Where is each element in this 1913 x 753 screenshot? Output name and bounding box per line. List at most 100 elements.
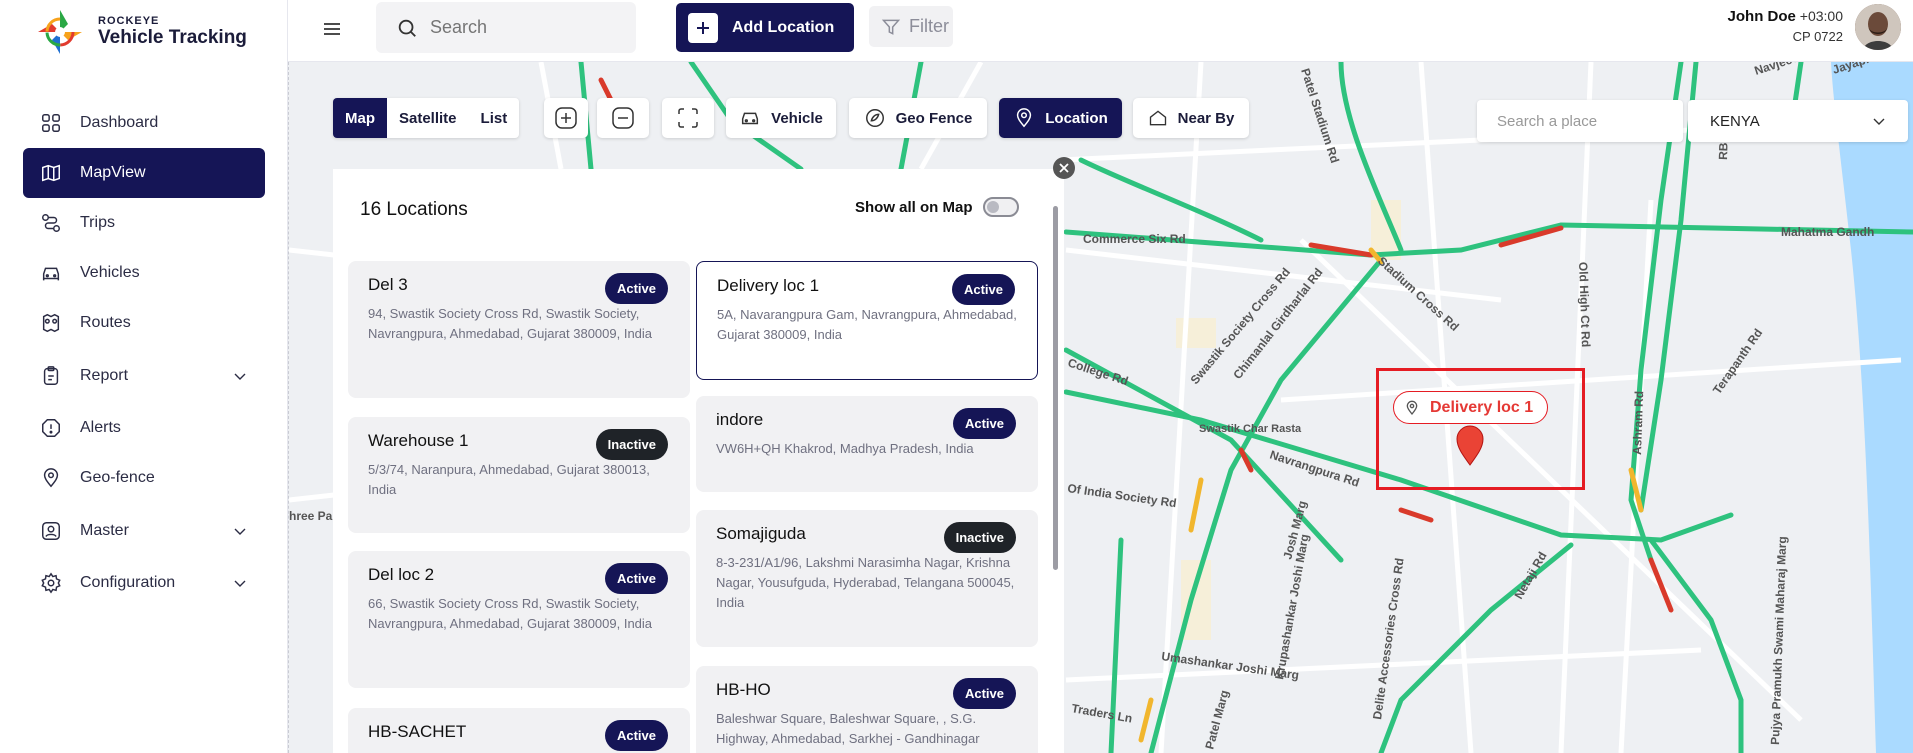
alert-icon bbox=[42, 419, 60, 437]
zoom-in-button[interactable] bbox=[544, 98, 588, 138]
sidebar-item-routes[interactable]: Routes bbox=[23, 298, 265, 348]
car-icon bbox=[742, 112, 759, 125]
sidebar-item-label: Trips bbox=[80, 214, 115, 231]
map-label: Traders Ln bbox=[1070, 701, 1133, 725]
show-all-label: Show all on Map bbox=[855, 198, 973, 216]
car-icon bbox=[42, 267, 60, 281]
map-label: hree Pa bbox=[289, 509, 333, 523]
status-badge: Active bbox=[951, 274, 1015, 305]
layer-vehicle-label: Vehicle bbox=[771, 109, 823, 127]
user-card-icon bbox=[42, 521, 60, 540]
view-map-button[interactable]: Map bbox=[333, 98, 387, 138]
search-input[interactable] bbox=[430, 17, 610, 38]
location-card[interactable]: Somajiguda Inactive 8-3-231/A1/96, Laksh… bbox=[696, 510, 1038, 647]
map-icon bbox=[42, 164, 60, 182]
layer-nearby-button[interactable]: Near By bbox=[1133, 98, 1249, 138]
location-pin-icon bbox=[1406, 400, 1418, 415]
map-label: Swastik Char Rasta bbox=[1199, 423, 1302, 435]
search-box[interactable] bbox=[376, 2, 636, 53]
filter-label: Filter bbox=[909, 16, 949, 36]
show-all-on-map[interactable]: Show all on Map bbox=[855, 197, 1019, 217]
gear-icon bbox=[41, 572, 61, 594]
marker-label-text: Delivery loc 1 bbox=[1430, 398, 1534, 416]
zoom-in-icon bbox=[555, 107, 577, 129]
location-card[interactable]: indore Active VW6H+QH Khakrod, Madhya Pr… bbox=[696, 396, 1038, 492]
sidebar-item-report[interactable]: Report bbox=[23, 348, 265, 403]
sidebar-item-dashboard[interactable]: Dashboard bbox=[23, 98, 265, 148]
marker-label[interactable]: Delivery loc 1 bbox=[1393, 391, 1549, 424]
view-list-button[interactable]: List bbox=[469, 98, 520, 138]
hamburger-menu-icon[interactable] bbox=[320, 17, 344, 41]
layer-geofence-label: Geo Fence bbox=[895, 109, 973, 127]
country-select[interactable]: KENYA bbox=[1688, 100, 1908, 142]
status-badge: Active bbox=[952, 408, 1016, 439]
avatar[interactable] bbox=[1855, 4, 1901, 50]
clipboard-icon bbox=[43, 365, 59, 385]
location-address: 5/3/74, Naranpura, Ahmedabad, Gujarat 38… bbox=[368, 462, 650, 497]
layer-geofence-button[interactable]: Geo Fence bbox=[849, 98, 987, 138]
map-label: Netaji Rd bbox=[1511, 549, 1549, 601]
sidebar: ROCKEYE Vehicle Tracking Dashboard MapVi… bbox=[0, 0, 288, 753]
location-card[interactable]: Warehouse 1 Inactive 5/3/74, Naranpura, … bbox=[348, 417, 690, 533]
sidebar-item-master[interactable]: Master bbox=[23, 503, 265, 558]
place-search-input[interactable] bbox=[1497, 112, 1667, 130]
location-card[interactable]: HB-HO Active Baleshwar Square, Baleshwar… bbox=[696, 666, 1038, 753]
geofence-icon bbox=[865, 109, 884, 127]
map-label: Terapanth Rd bbox=[1710, 326, 1765, 397]
place-search[interactable] bbox=[1477, 100, 1683, 142]
location-address: Baleshwar Square, Baleshwar Square, , S.… bbox=[716, 711, 980, 746]
map-label: Ashram Rd bbox=[1630, 391, 1646, 455]
sidebar-item-geo-fence[interactable]: Geo-fence bbox=[23, 453, 265, 503]
status-badge: Active bbox=[604, 273, 668, 304]
status-badge: Inactive bbox=[943, 522, 1016, 553]
add-location-button[interactable]: Add Location bbox=[676, 3, 854, 52]
view-satellite-button[interactable]: Satellite bbox=[387, 98, 469, 138]
panel-scrollbar[interactable] bbox=[1053, 206, 1058, 570]
plus-icon bbox=[688, 12, 718, 43]
location-address: 8-3-231/A1/96, Lakshmi Narasimha Nagar, … bbox=[716, 555, 1015, 610]
location-card-selected[interactable]: Delivery loc 1 Active 5A, Navarangpura G… bbox=[696, 261, 1038, 380]
panel-title: 16 Locations bbox=[360, 199, 468, 220]
map-label: College Rd bbox=[1066, 356, 1130, 389]
grid-icon bbox=[42, 114, 60, 132]
sidebar-item-vehicles[interactable]: Vehicles bbox=[23, 248, 265, 298]
user-info[interactable]: John Doe +03:00 CP 0722 bbox=[1728, 6, 1843, 47]
fullscreen-icon bbox=[678, 108, 698, 128]
brand[interactable]: ROCKEYE Vehicle Tracking bbox=[34, 6, 247, 58]
map-label: Commerce Six Rd bbox=[1083, 232, 1186, 246]
layer-vehicle-button[interactable]: Vehicle bbox=[726, 98, 836, 138]
chevron-down-icon bbox=[1873, 118, 1885, 125]
map-marker-pin-icon[interactable] bbox=[1454, 424, 1486, 466]
show-all-toggle[interactable] bbox=[982, 197, 1019, 217]
location-address: 94, Swastik Society Cross Rd, Swastik So… bbox=[368, 306, 653, 341]
sidebar-item-label: Geo-fence bbox=[80, 469, 155, 486]
filter-button[interactable]: Filter bbox=[869, 6, 953, 47]
fullscreen-button[interactable] bbox=[662, 98, 714, 138]
layer-nearby-label: Near By bbox=[1177, 109, 1235, 127]
location-address: 5A, Navarangpura Gam, Navrangpura, Ahmed… bbox=[717, 307, 1017, 342]
add-location-label: Add Location bbox=[732, 18, 835, 36]
map-label: Of India Society Rd bbox=[1067, 481, 1178, 510]
layer-location-button[interactable]: Location bbox=[999, 98, 1122, 138]
search-icon bbox=[398, 19, 416, 37]
sidebar-item-label: Alerts bbox=[80, 419, 121, 436]
country-value: KENYA bbox=[1710, 112, 1760, 130]
sidebar-item-mapview[interactable]: MapView bbox=[23, 148, 265, 198]
close-panel-button[interactable] bbox=[1053, 157, 1075, 179]
location-card[interactable]: HB-SACHET Active bbox=[348, 708, 690, 753]
sidebar-nav: Dashboard MapView Trips Vehicles Routes … bbox=[23, 98, 265, 608]
location-card[interactable]: Del loc 2 Active 66, Swastik Society Cro… bbox=[348, 551, 690, 688]
map-label: Pujya Pramukh Swami Maharaj Marg bbox=[1768, 536, 1789, 745]
chevron-down-icon bbox=[234, 373, 246, 380]
zoom-out-button[interactable] bbox=[597, 98, 649, 138]
brand-small: ROCKEYE bbox=[98, 15, 160, 27]
layer-location-label: Location bbox=[1045, 109, 1108, 127]
location-card[interactable]: Del 3 Active 94, Swastik Society Cross R… bbox=[348, 261, 690, 398]
locations-panel: 16 Locations Show all on Map Del 3 Activ… bbox=[333, 169, 1064, 753]
status-badge: Active bbox=[952, 678, 1016, 709]
status-badge: Active bbox=[604, 720, 668, 751]
sidebar-item-alerts[interactable]: Alerts bbox=[23, 403, 265, 453]
sidebar-item-trips[interactable]: Trips bbox=[23, 198, 265, 248]
user-timezone: +03:00 bbox=[1799, 8, 1843, 24]
sidebar-item-configuration[interactable]: Configuration bbox=[23, 558, 265, 608]
